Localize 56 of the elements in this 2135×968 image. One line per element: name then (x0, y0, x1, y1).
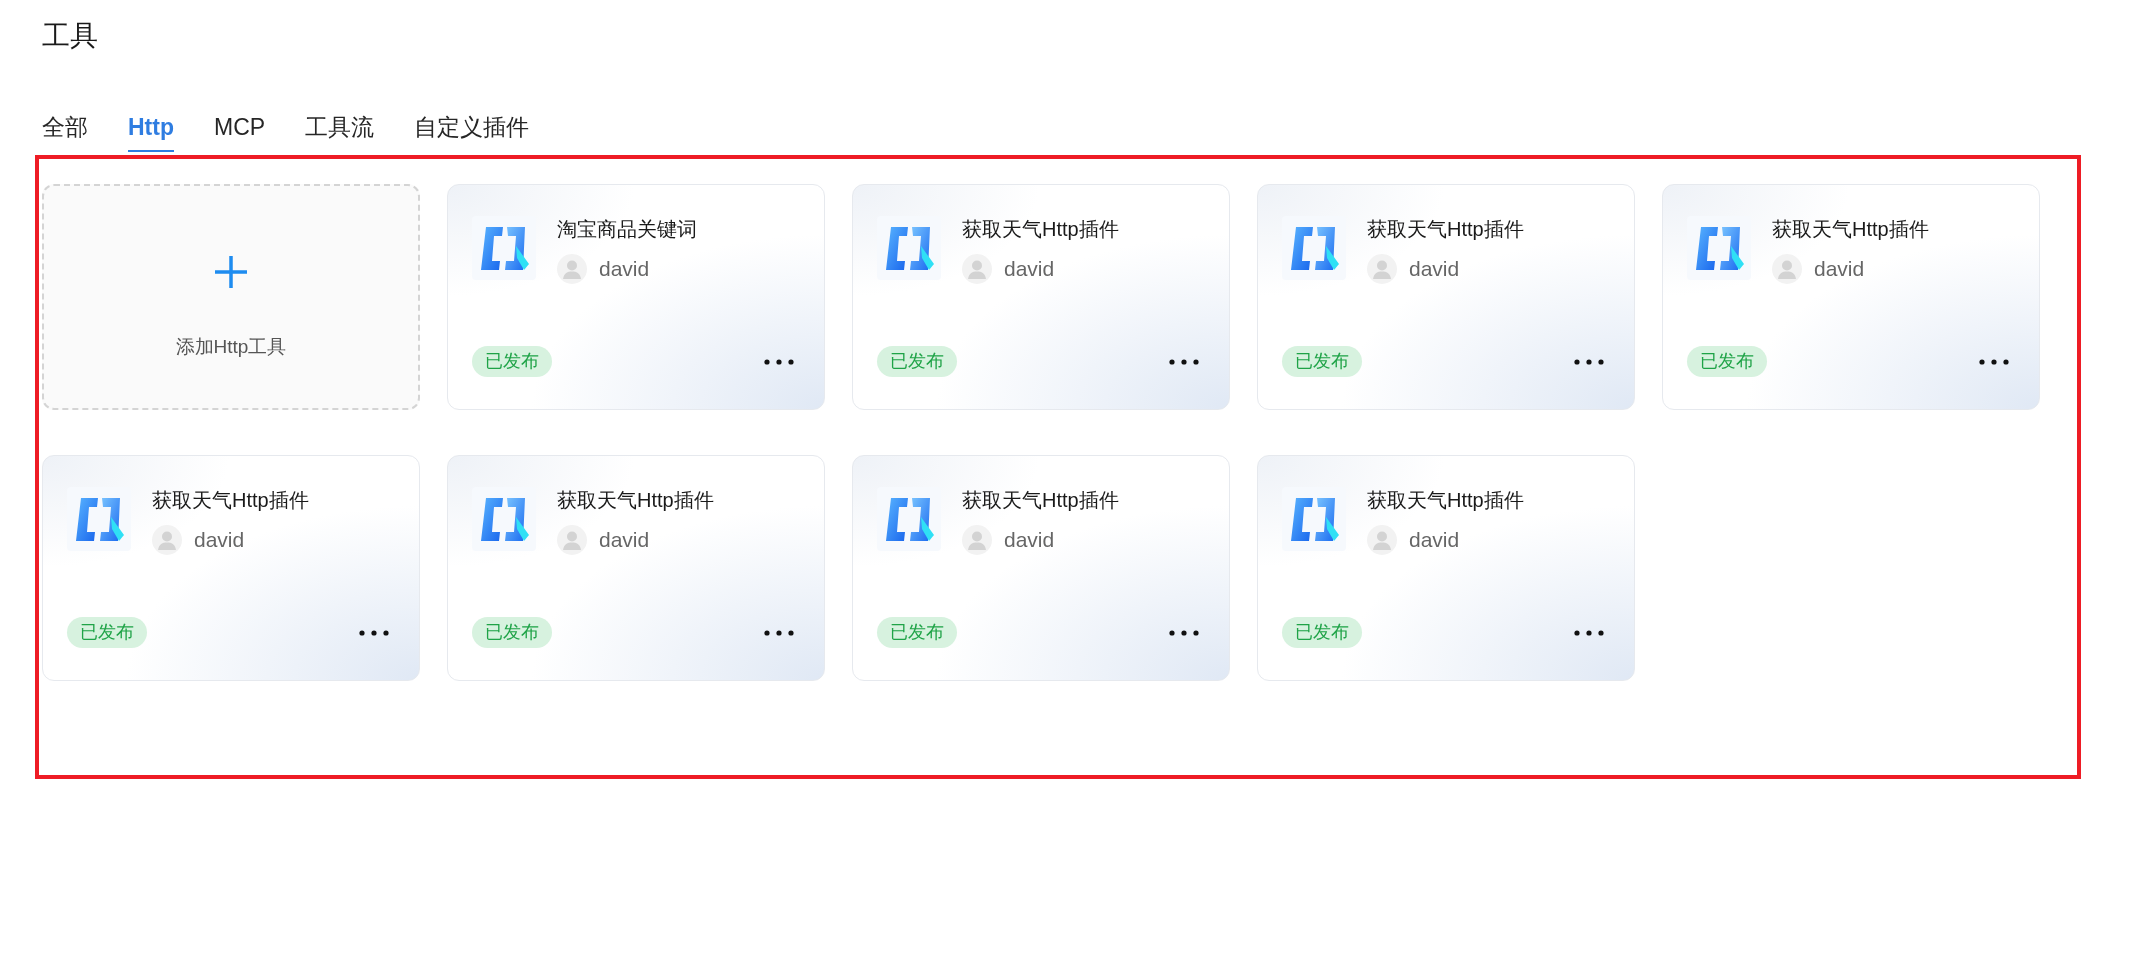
avatar-icon (557, 525, 587, 555)
author-name: david (1004, 256, 1055, 282)
status-badge: 已发布 (67, 617, 147, 648)
status-badge: 已发布 (877, 617, 957, 648)
tool-card[interactable]: 获取天气Http插件 david 已发布 (1257, 184, 1635, 410)
avatar-icon (1367, 254, 1397, 284)
author-name: david (1814, 256, 1865, 282)
tool-name: 淘宝商品关键词 (557, 217, 697, 241)
avatar-icon (1772, 254, 1802, 284)
add-tool-button[interactable]: 添加Http工具 (42, 184, 420, 410)
tool-card[interactable]: 获取天气Http插件 david 已发布 (1257, 455, 1635, 681)
status-badge: 已发布 (877, 346, 957, 377)
status-badge: 已发布 (472, 346, 552, 377)
tool-card[interactable]: 淘宝商品关键词 david 已发布 (447, 184, 825, 410)
author-name: david (1004, 527, 1055, 553)
tool-name: 获取天气Http插件 (962, 217, 1119, 241)
author-name: david (599, 256, 650, 282)
avatar-icon (557, 254, 587, 284)
author-name: david (1409, 256, 1460, 282)
author-name: david (194, 527, 245, 553)
more-icon[interactable] (1169, 629, 1199, 636)
author-name: david (1409, 527, 1460, 553)
status-badge: 已发布 (1282, 346, 1362, 377)
tab[interactable]: 自定义插件 (414, 113, 530, 152)
more-icon[interactable] (359, 629, 389, 636)
avatar-icon (1367, 525, 1397, 555)
tool-card[interactable]: 获取天气Http插件 david 已发布 (447, 455, 825, 681)
avatar-icon (962, 254, 992, 284)
more-icon[interactable] (764, 358, 794, 365)
more-icon[interactable] (1169, 358, 1199, 365)
more-icon[interactable] (1574, 629, 1604, 636)
more-icon[interactable] (764, 629, 794, 636)
plus-icon (215, 256, 247, 288)
tool-name: 获取天气Http插件 (152, 488, 309, 512)
tab[interactable]: Http (128, 113, 174, 152)
tab[interactable]: 全部 (42, 113, 88, 152)
tool-name: 获取天气Http插件 (1367, 488, 1524, 512)
more-icon[interactable] (1979, 358, 2009, 365)
tab[interactable]: 工具流 (305, 113, 375, 152)
tool-name: 获取天气Http插件 (1367, 217, 1524, 241)
more-icon[interactable] (1574, 358, 1604, 365)
page-title: 工具 (42, 19, 98, 53)
tool-card[interactable]: 获取天气Http插件 david 已发布 (852, 184, 1230, 410)
status-badge: 已发布 (1282, 617, 1362, 648)
tool-name: 获取天气Http插件 (962, 488, 1119, 512)
avatar-icon (962, 525, 992, 555)
tool-name: 获取天气Http插件 (557, 488, 714, 512)
tool-name: 获取天气Http插件 (1772, 217, 1929, 241)
status-badge: 已发布 (472, 617, 552, 648)
tab[interactable]: MCP (214, 113, 266, 152)
status-badge: 已发布 (1687, 346, 1767, 377)
tool-card[interactable]: 获取天气Http插件 david 已发布 (1662, 184, 2040, 410)
author-name: david (599, 527, 650, 553)
tool-card[interactable]: 获取天气Http插件 david 已发布 (852, 455, 1230, 681)
tool-card[interactable]: 获取天气Http插件 david 已发布 (42, 455, 420, 681)
avatar-icon (152, 525, 182, 555)
